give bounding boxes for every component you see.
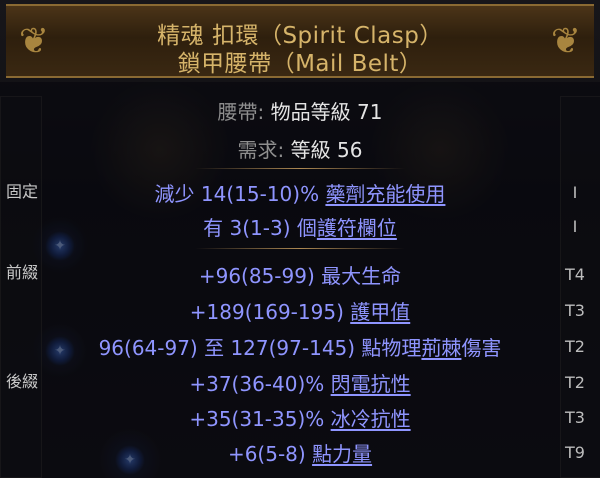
item-level-value: 物品等級 71	[270, 100, 383, 124]
mod-tier: T4	[565, 265, 585, 284]
mod-tier: T2	[565, 373, 585, 392]
mod-keyword[interactable]: 冰冷抗性	[331, 407, 411, 431]
mod-text: 96(64-97) 至 127(97-145) 點物理	[98, 336, 422, 360]
mod-tier: T9	[565, 443, 585, 462]
mod-tier: T2	[565, 337, 585, 356]
mod-tier: T3	[565, 301, 585, 320]
mod-tier: I	[572, 183, 578, 202]
mod-text: 有 3(1-3) 個	[203, 216, 317, 240]
item-header: ❦ ❦ 精魂 扣環（Spirit Clasp） 鎖甲腰帶（Mail Belt）	[6, 4, 594, 78]
implicit-section-label: 固定	[6, 182, 39, 201]
mod-text: 傷害	[461, 336, 502, 360]
mod-text: 減少 14(15-10)%	[154, 182, 326, 206]
mod-keyword[interactable]: 閃電抗性	[331, 372, 411, 396]
mod-line: +96(85-99) 最大生命	[40, 260, 560, 289]
mod-line: +35(31-35)% 冰冷抗性	[40, 403, 560, 432]
mod-keyword[interactable]: 護符欄位	[317, 216, 397, 240]
mod-keyword[interactable]: 點力量	[312, 442, 372, 466]
requirement-label: 需求:	[237, 138, 285, 162]
mod-tier: I	[572, 217, 578, 236]
mod-line: 96(64-97) 至 127(97-145) 點物理荊棘傷害	[40, 332, 560, 361]
requirement-line: 需求: 等級 56	[0, 134, 600, 163]
mod-text: +6(5-8)	[227, 442, 313, 466]
item-class-label: 腰帶:	[217, 100, 265, 124]
mod-text: +189(169-195)	[189, 300, 351, 324]
mod-line: 有 3(1-3) 個護符欄位	[40, 212, 560, 241]
item-base-type: 鎖甲腰帶（Mail Belt）	[177, 51, 423, 77]
mod-text: +35(31-35)%	[189, 407, 331, 431]
requirement-value: 等級 56	[290, 138, 363, 162]
mod-text: +37(36-40)%	[189, 372, 331, 396]
item-tooltip: ✦ ✦ ✦ ❦ ❦ 精魂 扣環（Spirit Clasp） 鎖甲腰帶（Mail …	[0, 0, 600, 478]
mod-line: 減少 14(15-10)% 藥劑充能使用	[40, 178, 560, 207]
separator	[195, 168, 405, 169]
mod-keyword[interactable]: 藥劑充能使用	[325, 182, 445, 206]
mod-line: +37(36-40)% 閃電抗性	[40, 368, 560, 397]
mod-line: +6(5-8) 點力量	[40, 438, 560, 467]
item-class-line: 腰帶: 物品等級 71	[0, 96, 600, 125]
mod-line: +189(169-195) 護甲值	[40, 296, 560, 325]
mod-keyword[interactable]: 護甲值	[350, 300, 410, 324]
separator	[195, 248, 405, 249]
mod-keyword[interactable]: 荊棘	[421, 336, 461, 360]
mod-tier: T3	[565, 408, 585, 427]
suffix-section-label: 後綴	[6, 372, 39, 391]
prefix-section-label: 前綴	[6, 263, 39, 282]
mod-text: +96(85-99) 最大生命	[198, 264, 402, 288]
